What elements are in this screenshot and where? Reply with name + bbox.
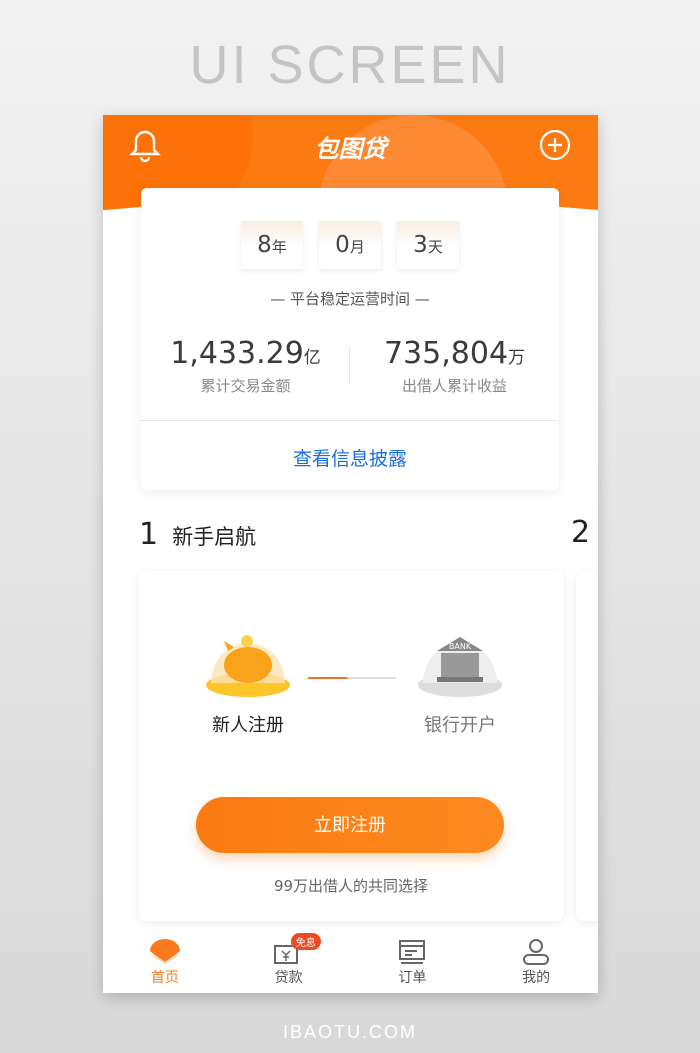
stat-unit: 万 (508, 348, 526, 368)
next-card (576, 571, 598, 921)
piggy-bank-icon (206, 635, 290, 697)
bank-icon-text: BANK (449, 642, 472, 651)
years-counter: 8年 (241, 221, 303, 269)
register-button[interactable]: 立即注册 (196, 797, 504, 853)
tab-profile[interactable]: 我的 (474, 933, 598, 993)
section-title: 新手启航 (172, 525, 257, 549)
years-unit: 年 (271, 238, 287, 256)
users-note: 99万出借人的共同选择 (273, 877, 429, 895)
stat-unit: 亿 (303, 348, 321, 368)
phone-screen: 包图贷 8年 0月 3天 — 平台稳定运营时间 — 1,433.29亿 累计交易… (103, 115, 598, 993)
stat-earnings: 735,804万 出借人累计收益 (350, 336, 559, 396)
step-label: 新人注册 (212, 715, 284, 736)
days-value: 3 (413, 232, 428, 258)
user-icon (523, 939, 550, 965)
step-bank-account[interactable]: BANK 银行开户 (400, 621, 520, 737)
step-label: 银行开户 (424, 715, 496, 736)
tab-orders[interactable]: 订单 (351, 933, 475, 993)
stat-value: 735,804 (383, 336, 509, 371)
years-value: 8 (257, 232, 272, 258)
section-number: 1 (139, 517, 159, 552)
app-title: 包图贷 (314, 135, 387, 163)
interest-free-badge: 免息 (290, 933, 321, 950)
onboarding-card: 新人注册 BANK 银行开户 立即注册 99万出借人的共同选择 (138, 571, 564, 921)
plus-circle-icon[interactable] (539, 129, 571, 161)
next-section-number[interactable]: 2 (571, 515, 590, 550)
stat-label: 累计交易金额 (200, 377, 291, 395)
bank-icon: BANK (418, 637, 502, 697)
months-value: 0 (335, 232, 350, 258)
months-counter: 0月 (319, 221, 381, 269)
order-list-icon (399, 940, 426, 964)
info-disclosure-link[interactable]: 查看信息披露 (141, 444, 559, 471)
footer-watermark: IBAOTU.COM (282, 1022, 417, 1042)
days-unit: 天 (427, 238, 443, 256)
tab-loan[interactable]: 免息 贷款 (227, 933, 351, 993)
tab-label: 订单 (398, 970, 427, 986)
operation-time-label: — 平台稳定运营时间 — (270, 290, 430, 308)
step-register[interactable]: 新人注册 (188, 621, 308, 737)
stat-transaction: 1,433.29亿 累计交易金额 (141, 336, 350, 396)
progress-arrow (308, 677, 396, 679)
stat-value: 1,433.29 (170, 336, 304, 371)
months-unit: 月 (349, 238, 365, 256)
tab-bar: 首页 免息 贷款 订单 我的 (103, 933, 598, 993)
tab-label: 我的 (522, 970, 551, 986)
section-heading: 1 新手启航 (139, 517, 256, 552)
divider (141, 420, 559, 421)
tab-label: 首页 (150, 970, 179, 986)
days-counter: 3天 (397, 221, 459, 269)
tab-home[interactable]: 首页 (103, 933, 227, 993)
home-fan-icon (149, 939, 180, 965)
screen-title: UI SCREEN (189, 35, 511, 95)
stat-label: 出借人累计收益 (401, 377, 507, 395)
stats-card: 8年 0月 3天 — 平台稳定运营时间 — 1,433.29亿 累计交易金额 7… (141, 188, 559, 490)
tab-label: 贷款 (274, 970, 303, 986)
